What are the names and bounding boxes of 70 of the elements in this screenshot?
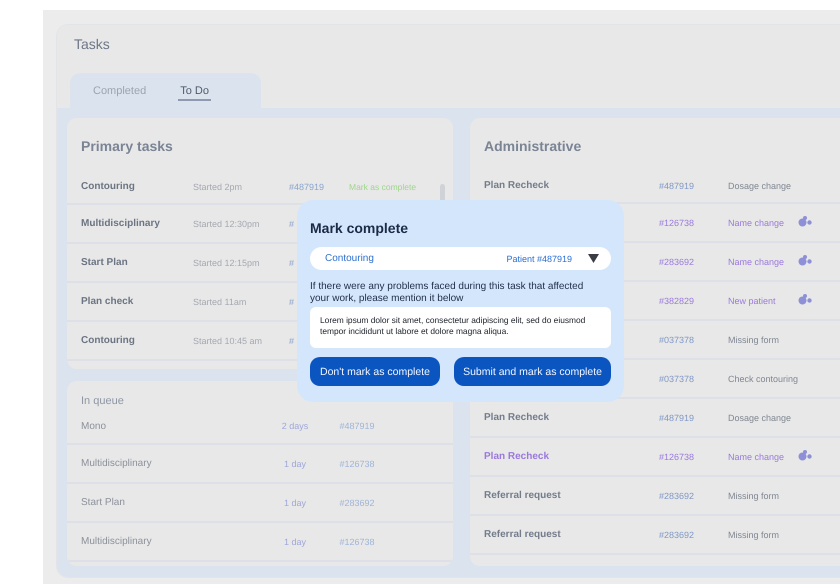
- task-name: Plan Recheck: [484, 451, 550, 462]
- task-tag: Dosage change: [728, 180, 792, 190]
- submit-button[interactable]: Submit and mark as complete: [454, 357, 611, 386]
- task-name: Referral request: [484, 490, 561, 501]
- wait-time: 2 days: [282, 421, 308, 431]
- wait-time: 1 day: [284, 458, 306, 468]
- problem-prompt: If there were any problems faced during this task that affected your work, please mention it below: [310, 281, 584, 305]
- task-name: Plan check: [81, 296, 134, 307]
- task-tag: Missing form: [728, 530, 780, 540]
- task-tag: Name change: [728, 452, 784, 462]
- comment-field[interactable]: Lorem ipsum dolor sit amet, consectetur adipiscing elit, sed do eiusmod tempor incididunt ut labore et dolore magna aliqua.: [310, 307, 611, 348]
- patient-id: #487919: [289, 182, 324, 192]
- start-time: Started 12:30pm: [193, 218, 260, 228]
- patient-id: #126738: [339, 536, 375, 546]
- caret-icon: [588, 254, 599, 263]
- task-name: Plan Recheck: [484, 180, 550, 191]
- patient-id: #: [289, 336, 294, 346]
- patient-id: #283692: [339, 498, 375, 508]
- start-time: Started 11am: [193, 296, 246, 306]
- patient-id: #487919: [659, 180, 694, 190]
- task-tag: Missing form: [728, 490, 780, 500]
- card-heading: In queue: [80, 395, 125, 407]
- task-tag: Name change: [728, 256, 784, 266]
- patient-id: #: [289, 296, 294, 306]
- card-heading: Primary tasks: [80, 138, 174, 154]
- patient-id: #382829: [659, 296, 694, 306]
- patient-id: #283692: [659, 530, 694, 540]
- patient-id: #: [289, 218, 294, 228]
- task-name: Multidisciplinary: [81, 536, 152, 547]
- start-time: Started 2pm: [193, 182, 242, 192]
- task-name: Multidisciplinary: [81, 458, 152, 469]
- task-name: Contouring: [325, 253, 375, 264]
- task-tag: Name change: [728, 218, 784, 228]
- task-tag: Dosage change: [728, 412, 792, 422]
- start-time: Started 12:15pm: [193, 258, 260, 268]
- patient-id: #487919: [659, 412, 694, 422]
- task-name: Plan Recheck: [484, 412, 550, 423]
- page-title: Tasks: [73, 35, 111, 54]
- task-select[interactable]: Contouring Patient #487919: [310, 247, 611, 270]
- dots-icon: [798, 255, 812, 266]
- task-name: Start Plan: [81, 257, 128, 268]
- dialog-title: Mark complete: [310, 220, 410, 236]
- patient-id: #037378: [659, 374, 694, 384]
- patient-id: #: [289, 258, 294, 268]
- patient-id: #487919: [339, 421, 375, 431]
- start-time: Started 10:45 am: [193, 336, 262, 346]
- dots-icon: [798, 294, 812, 305]
- task-name: Multidisciplinary: [81, 218, 160, 229]
- dots-icon: [798, 216, 812, 227]
- task-tag: Check contouring: [728, 374, 798, 384]
- card-heading: Administrative: [483, 138, 582, 154]
- dont-mark-button[interactable]: Don't mark as complete: [310, 357, 440, 386]
- task-tag: Missing form: [728, 334, 780, 344]
- task-name: Mono: [81, 420, 106, 432]
- task-name: Start Plan: [81, 497, 125, 508]
- patient-id: #037378: [659, 334, 694, 344]
- wait-time: 1 day: [284, 498, 306, 508]
- task-name: Contouring: [81, 181, 135, 192]
- task-tag: New patient: [728, 296, 776, 306]
- task-name: Contouring: [81, 335, 135, 346]
- patient-id: #126738: [659, 218, 694, 228]
- task-name: Referral request: [484, 529, 561, 540]
- tab[interactable]: To Do: [178, 82, 211, 101]
- patient-id: #126738: [339, 458, 375, 468]
- wait-time: 1 day: [284, 536, 306, 546]
- patient-id: #283692: [659, 490, 694, 500]
- dots-icon: [798, 450, 812, 461]
- patient-id: #283692: [659, 256, 694, 266]
- patient-label: Patient #487919: [506, 254, 572, 264]
- patient-id: #126738: [659, 452, 694, 462]
